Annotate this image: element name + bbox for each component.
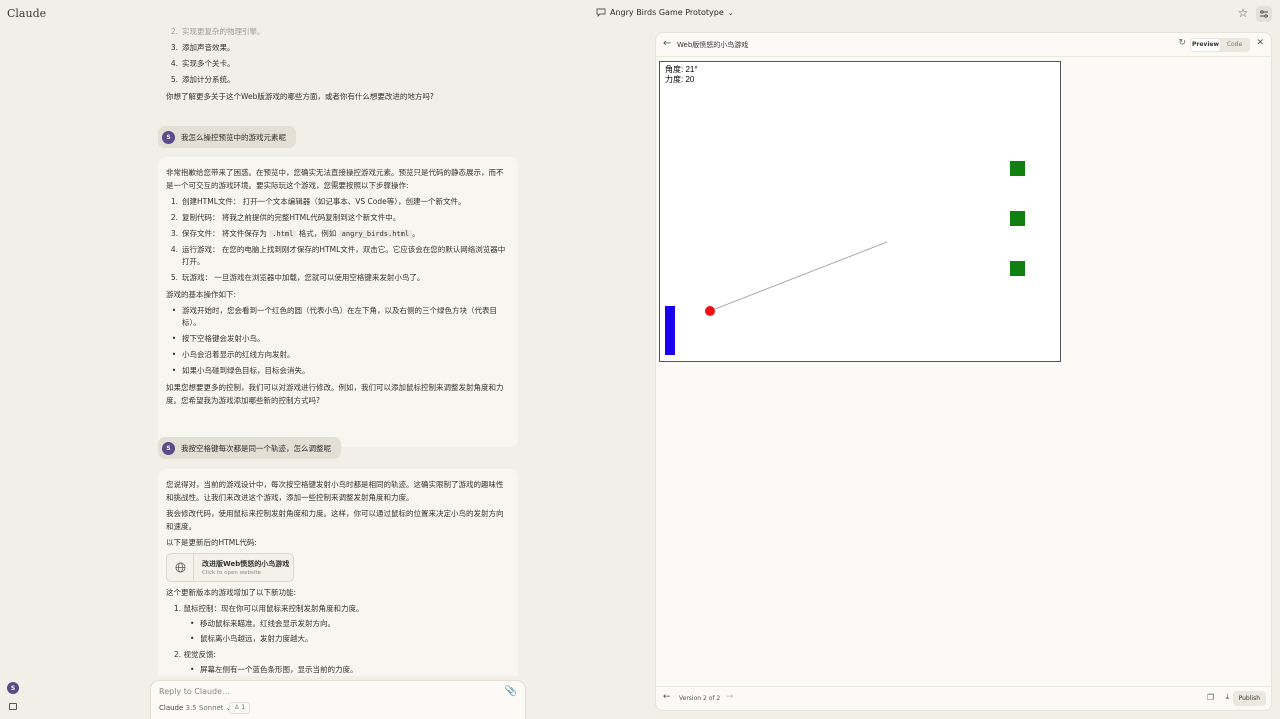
list-item: 2. 实现更复杂的物理引擎。	[170, 27, 265, 36]
message-paragraph: 以下是更新后的HTML代码:	[166, 538, 257, 547]
chat-thread[interactable]: 2. 实现更复杂的物理引擎。 3. 添加声音效果。 4. 实现多个关卡。 5. 添加计分…	[150, 24, 530, 676]
message-paragraph: 你想了解更多关于这个Web版游戏的哪些方面，或者你有什么想要改进的地方吗?	[166, 92, 434, 101]
download-icon[interactable]: ⤓	[1225, 692, 1229, 702]
publish-button[interactable]: Publish	[1232, 691, 1266, 706]
project-title-text: Angry Birds Game Prototype	[610, 8, 724, 17]
avatar: S	[162, 441, 175, 455]
target-block	[1010, 261, 1025, 276]
target-block	[1010, 161, 1025, 176]
list-item: 2. 视觉反馈:	[174, 650, 217, 659]
ai-message: 非常抱歉给您带来了困惑。在预览中，您确实无法直接操控游戏元素。预览只是代码的静态…	[158, 157, 518, 447]
copy-icon[interactable]: ❐	[1207, 693, 1214, 702]
artifact-panel: ← Web版愤怒的小鸟游戏 ↻ Preview Code ✕ 角度: 21° 力…	[655, 32, 1272, 711]
artifact-link-card[interactable]: 改进版Web愤怒的小鸟游戏 Click to open website	[166, 553, 294, 582]
style-button[interactable]: ♙ 1	[229, 702, 251, 714]
list-item: 1. 鼠标控制：现在你可以用鼠标来控制发射角度和力度。	[174, 604, 364, 613]
game-canvas[interactable]: 角度: 21° 力度: 20	[659, 61, 1061, 362]
list-item: 3. 保存文件： 将文件保存为 .html 格式，例如 angry_birds.h…	[170, 229, 420, 238]
star-icon[interactable]: ☆	[1236, 6, 1250, 20]
reply-input[interactable]: Reply to Claude...	[159, 687, 230, 696]
user-message-text: 我按空格键每次都是同一个轨迹，怎么调整呢	[181, 443, 331, 453]
aim-line	[709, 241, 888, 312]
globe-icon	[167, 554, 194, 581]
previous-version-icon[interactable]: ←	[663, 692, 671, 702]
target-block	[1010, 211, 1025, 226]
reply-input-box[interactable]: Reply to Claude... 📎 Claude 3.5 Sonnet ⌄…	[150, 680, 526, 719]
list-item: 4. 运行游戏： 在您的电脑上找到刚才保存的HTML文件，双击它。它应该会在您的默…	[170, 245, 506, 266]
bird	[705, 306, 715, 316]
avatar[interactable]: S	[7, 682, 19, 694]
inline-code: angry_birds.html	[338, 230, 413, 238]
paperclip-icon[interactable]: 📎	[505, 686, 517, 697]
list-item: 3. 添加声音效果。	[170, 43, 235, 52]
person-icon: ♙	[234, 704, 240, 711]
ai-message: 您说得对，当前的游戏设计中，每次按空格键发射小鸟时都是相同的轨迹。这确实限制了游…	[158, 469, 518, 676]
chevron-down-icon: ⌄	[727, 8, 734, 17]
message-paragraph: 这个更新版本的游戏增加了以下新功能:	[166, 588, 297, 597]
version-label: Version 2 of 2	[679, 695, 721, 702]
close-icon[interactable]: ✕	[1256, 38, 1264, 48]
view-toggle: Preview Code	[1190, 38, 1250, 52]
ops-list: • 游戏开始时，您会看到一个红色的圆（代表小鸟）在左下角，以及右侧的三个绿色方块（…	[166, 305, 510, 377]
artifact-title: Web版愤怒的小鸟游戏	[677, 41, 749, 49]
artifact-subtitle: Click to open website	[202, 569, 261, 576]
message-paragraph: 游戏的基本操作如下:	[166, 290, 237, 299]
list-item: • 鼠标离小鸟越远，发射力度越大。	[190, 634, 313, 643]
user-message-text: 我怎么操控预览中的游戏元素呢	[181, 132, 286, 142]
message-paragraph: 我会修改代码，使用鼠标来控制发射角度和力度。这样，你可以通过鼠标的位置来决定小鸟…	[166, 509, 504, 531]
app-brand[interactable]: Claude	[7, 7, 46, 20]
avatar: S	[162, 130, 175, 144]
project-title-button[interactable]: Angry Birds Game Prototype ⌄	[596, 8, 734, 17]
list-item: • 移动鼠标来瞄准。红线会显示发射方向。	[190, 619, 335, 628]
refresh-icon[interactable]: ↻	[1178, 38, 1186, 48]
message-paragraph: 如果您想要更多的控制，我们可以对游戏进行修改。例如，我们可以添加鼠标控制来调整发…	[166, 383, 504, 405]
feature-list: 2. 实现更复杂的物理引擎。 3. 添加声音效果。 4. 实现多个关卡。 5. 添加计分…	[166, 26, 510, 86]
power-bar	[665, 306, 675, 355]
steps-list: 1. 创建HTML文件： 打开一个文本编辑器（如记事本、VS Code等），创建一…	[166, 196, 510, 284]
list-item: 2. 复制代码： 将我之前提供的完整HTML代码复制到这个新文件中。	[170, 213, 401, 222]
model-selector[interactable]: Claude 3.5 Sonnet ⌄	[159, 704, 232, 712]
inline-code: .html	[269, 230, 297, 238]
user-message: S 我按空格键每次都是同一个轨迹，怎么调整呢	[158, 437, 341, 459]
back-arrow-icon[interactable]: ←	[663, 38, 671, 49]
list-item: • 游戏开始时，您会看到一个红色的圆（代表小鸟）在左下角，以及右侧的三个绿色方块（…	[171, 306, 497, 327]
settings-sliders-icon[interactable]	[1256, 6, 1272, 22]
tab-code[interactable]: Code	[1220, 39, 1249, 51]
list-item: 5. 添加计分系统。	[170, 75, 235, 84]
list-item: • 如果小鸟碰到绿色目标，目标会消失。	[171, 366, 310, 375]
message-paragraph: 非常抱歉给您带来了困惑。在预览中，您确实无法直接操控游戏元素。预览只是代码的静态…	[166, 168, 504, 190]
ai-message-previous: 2. 实现更复杂的物理引擎。 3. 添加声音效果。 4. 实现多个关卡。 5. 添加计分…	[158, 24, 518, 109]
list-item: • 小鸟会沿着显示的红线方向发射。	[171, 350, 295, 359]
chat-bubble-icon	[596, 8, 606, 17]
artifact-footer: ← Version 2 of 2 → ❐ ⤓ Publish	[656, 686, 1271, 710]
message-paragraph: 您说得对，当前的游戏设计中，每次按空格键发射小鸟时都是相同的轨迹。这确实限制了游…	[166, 480, 504, 502]
list-item: • 按下空格键会发射小鸟。	[171, 334, 265, 343]
sidebar-toggle-icon[interactable]	[9, 703, 17, 710]
user-message: S 我怎么操控预览中的游戏元素呢	[158, 126, 296, 148]
artifact-title: 改进版Web愤怒的小鸟游戏	[202, 559, 290, 568]
list-item: 4. 实现多个关卡。	[170, 59, 235, 68]
list-item: 5. 玩游戏： 一旦游戏在浏览器中加载，您就可以使用空格键来发射小鸟了。	[170, 273, 425, 282]
list-item: 1. 创建HTML文件： 打开一个文本编辑器（如记事本、VS Code等），创建一…	[170, 197, 466, 206]
feature-list: 1. 鼠标控制：现在你可以用鼠标来控制发射角度和力度。 • 移动鼠标来瞄准。红线会…	[166, 602, 510, 676]
tab-preview[interactable]: Preview	[1191, 39, 1220, 51]
next-version-icon[interactable]: →	[726, 692, 734, 702]
artifact-header: ← Web版愤怒的小鸟游戏 ↻ Preview Code ✕	[656, 33, 1271, 57]
list-item: • 屏幕左侧有一个蓝色条形图，显示当前的力度。	[190, 665, 358, 674]
